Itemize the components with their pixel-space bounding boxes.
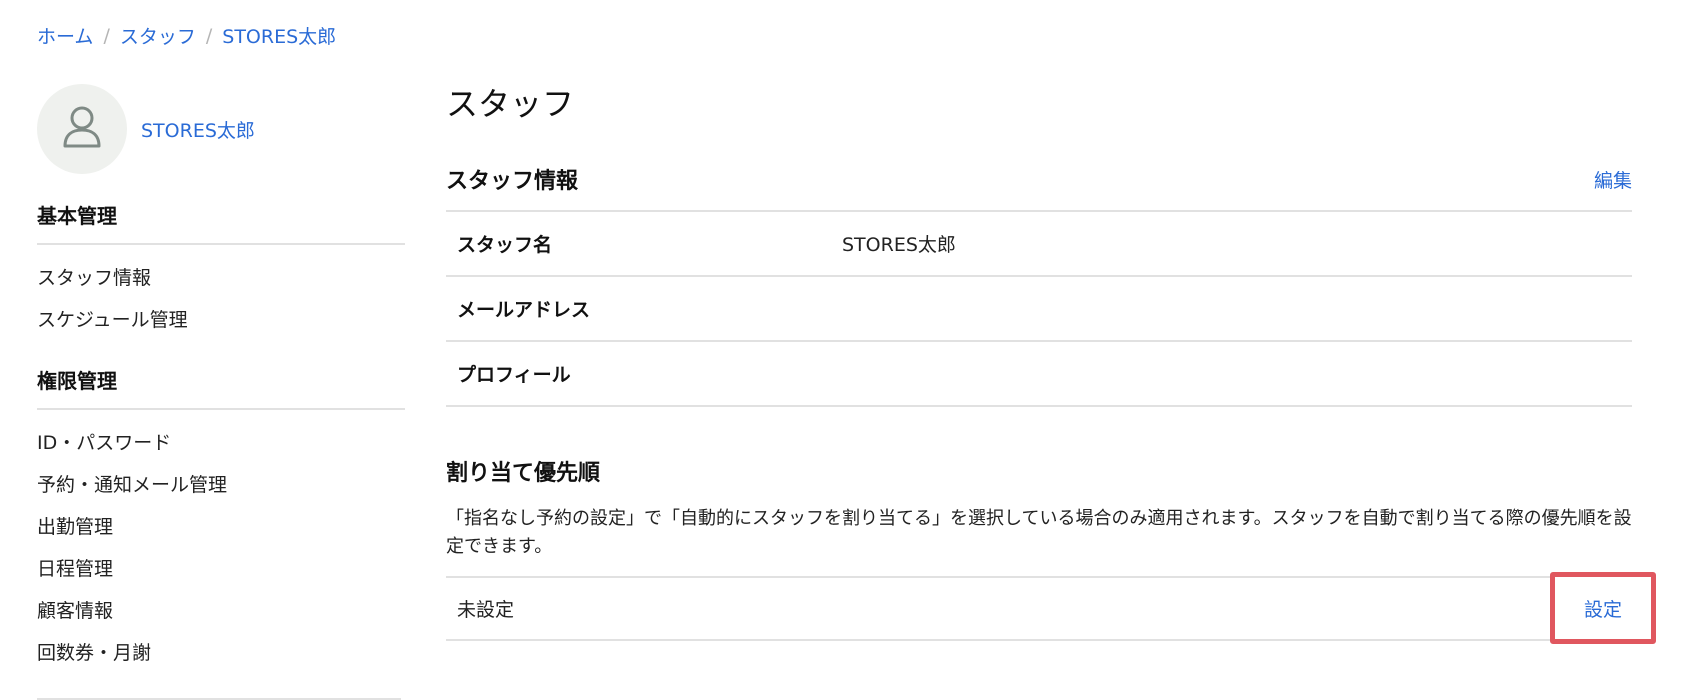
- avatar: [37, 84, 127, 174]
- assignment-priority-description: 「指名なし予約の設定」で「自動的にスタッフを割り当てる」を選択している場合のみ適…: [446, 508, 1632, 557]
- user-icon: [61, 104, 103, 154]
- section-heading-permissions: 権限管理: [37, 341, 405, 410]
- priority-status: 未設定: [457, 599, 515, 621]
- breadcrumb-staff[interactable]: スタッフ: [120, 22, 196, 49]
- sidebar-item-staff-info[interactable]: スタッフ情報: [37, 257, 405, 299]
- main-content: スタッフ スタッフ情報 編集 スタッフ名 STORES太郎 メールアドレス プロ…: [446, 80, 1656, 644]
- table-row: スタッフ名 STORES太郎: [446, 212, 1632, 277]
- sidebar-item-schedule[interactable]: スケジュール管理: [37, 299, 405, 341]
- breadcrumb-current-staff[interactable]: STORES太郎: [222, 22, 336, 49]
- permissions-nav-list: ID・パスワード 予約・通知メール管理 出勤管理 日程管理 顧客情報 回数券・月…: [37, 410, 405, 674]
- sidebar: STORES太郎 基本管理 スタッフ情報 スケジュール管理 権限管理 ID・パス…: [37, 84, 405, 674]
- priority-setting-button[interactable]: 設定: [1550, 572, 1656, 644]
- breadcrumb-separator: /: [103, 24, 110, 47]
- page-title: スタッフ: [446, 85, 575, 123]
- staff-info-title: スタッフ情報: [446, 169, 579, 194]
- email-label: メールアドレス: [457, 299, 591, 321]
- breadcrumb-separator: /: [205, 24, 213, 47]
- staff-name-label: スタッフ名: [457, 234, 553, 256]
- staff-name-value: STORES太郎: [842, 234, 956, 256]
- sidebar-item-customer-info[interactable]: 顧客情報: [37, 590, 405, 632]
- sidebar-item-calendar[interactable]: 日程管理: [37, 548, 405, 590]
- basic-nav-list: スタッフ情報 スケジュール管理: [37, 245, 405, 341]
- table-row: プロフィール: [446, 342, 1632, 407]
- breadcrumb-home[interactable]: ホーム: [37, 22, 93, 49]
- sidebar-item-tickets[interactable]: 回数券・月謝: [37, 632, 405, 674]
- table-row: メールアドレス: [446, 277, 1632, 342]
- sidebar-item-attendance[interactable]: 出勤管理: [37, 506, 405, 548]
- edit-link[interactable]: 編集: [1594, 166, 1632, 193]
- assignment-priority-row: 未設定 設定: [446, 572, 1656, 644]
- staff-info-header: スタッフ情報 編集: [446, 162, 1632, 196]
- breadcrumb: ホーム / スタッフ / STORES太郎: [37, 22, 336, 49]
- staff-info-table: スタッフ名 STORES太郎 メールアドレス プロフィール: [446, 210, 1632, 407]
- assignment-priority-title: 割り当て優先順: [446, 461, 601, 486]
- section-heading-basic: 基本管理: [37, 174, 405, 245]
- sidebar-item-id-password[interactable]: ID・パスワード: [37, 422, 405, 464]
- profile-name-link[interactable]: STORES太郎: [141, 116, 255, 143]
- profile-label: プロフィール: [457, 364, 571, 386]
- sidebar-item-reservation-mail[interactable]: 予約・通知メール管理: [37, 464, 405, 506]
- staff-profile: STORES太郎: [37, 84, 405, 174]
